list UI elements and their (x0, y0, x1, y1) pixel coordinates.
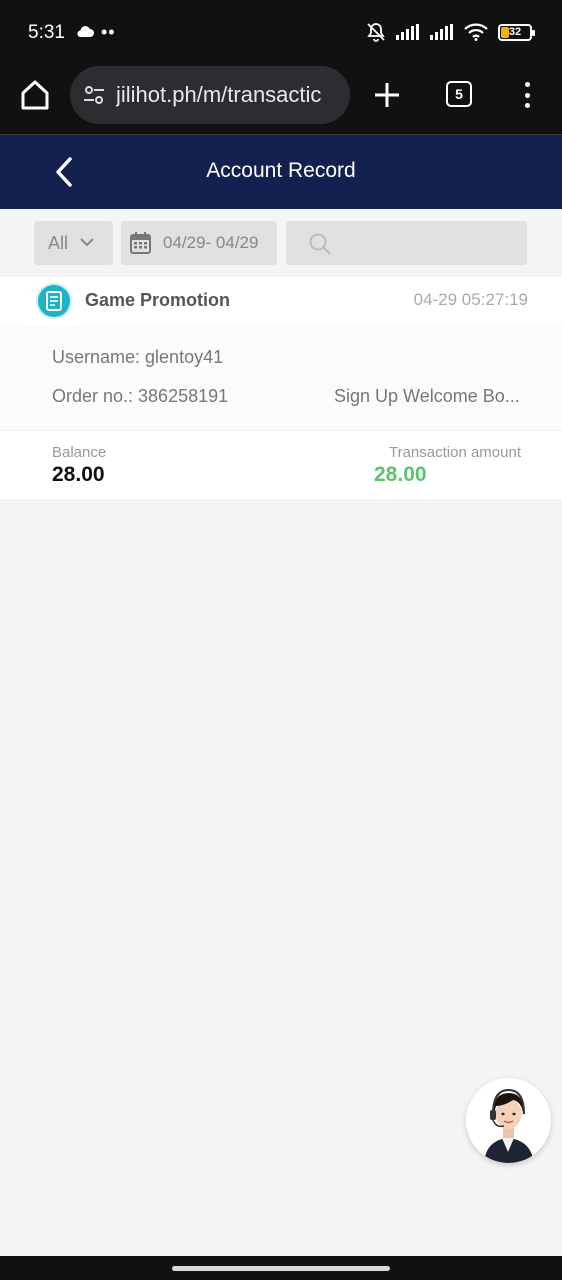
date-range-value: 04/29- 04/29 (163, 233, 259, 252)
calendar-icon (130, 232, 151, 254)
browser-toolbar: jilihot.ph/m/transactic 5 (0, 62, 562, 134)
more-dots-icon: •• (101, 22, 116, 42)
search-icon (309, 233, 331, 255)
signal-icon (430, 24, 453, 40)
record-body: Username: glentoy41 Order no.: 386258191… (0, 325, 562, 429)
record-header: Game Promotion 04-29 05:27:19 (0, 277, 562, 325)
battery-level: 32 (508, 26, 522, 38)
transaction-amount-label: Transaction amount (388, 444, 521, 461)
tune-icon[interactable] (82, 83, 106, 107)
balance-label: Balance (52, 444, 107, 461)
record-username: Username: glentoy41 (52, 347, 224, 367)
tabs-icon[interactable]: 5 (446, 81, 472, 107)
chevron-down-icon (80, 238, 94, 247)
address-bar[interactable]: jilihot.ph/m/transactic (70, 66, 350, 124)
cloud-icon (77, 26, 94, 37)
status-time: 5:31 (28, 22, 65, 43)
filter-bar: All 04/29- 04/29 (0, 209, 562, 277)
page-title: Account Record (206, 159, 356, 182)
type-filter-select[interactable]: All (34, 221, 113, 265)
customer-service-avatar[interactable] (466, 1078, 551, 1163)
record-description: Sign Up Welcome Bo... (334, 386, 520, 406)
signal-icon (396, 24, 419, 40)
url-text[interactable]: jilihot.ph/m/transactic (116, 82, 321, 108)
record-type: Game Promotion (85, 290, 231, 310)
plus-icon[interactable] (372, 80, 402, 110)
home-indicator[interactable] (172, 1266, 390, 1271)
status-bar: 5:31 •• 32 (0, 0, 562, 62)
tab-count: 5 (455, 86, 463, 102)
promotion-receipt-icon (38, 285, 70, 317)
home-icon[interactable] (18, 78, 52, 112)
battery-icon: 32 (498, 23, 535, 41)
system-nav-bar (0, 1256, 562, 1280)
search-input[interactable] (286, 221, 527, 265)
app-header: Account Record (0, 135, 562, 209)
record-item[interactable]: Game Promotion 04-29 05:27:19 Username: … (0, 277, 562, 499)
date-range-picker[interactable]: 04/29- 04/29 (121, 221, 277, 265)
record-order-number: Order no.: 386258191 (52, 386, 229, 406)
wifi-icon (464, 23, 488, 41)
mute-bell-icon (367, 23, 385, 42)
status-icons: 32 (366, 22, 535, 42)
more-vert-icon[interactable] (518, 80, 536, 110)
record-time: 04-29 05:27:19 (413, 290, 528, 309)
transaction-amount-value: 28.00 (374, 463, 427, 486)
balance-value: 28.00 (52, 463, 105, 486)
type-filter-value: All (48, 232, 69, 253)
record-footer: Balance 28.00 Transaction amount 28.00 (0, 430, 562, 499)
